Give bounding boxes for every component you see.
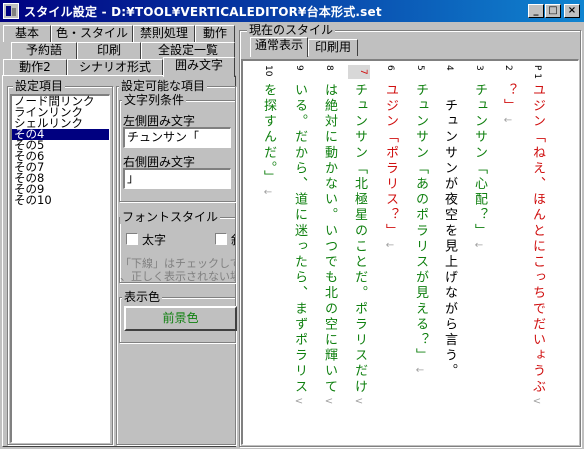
line-end-mark: ← bbox=[385, 240, 395, 251]
line-number: 3 bbox=[474, 65, 484, 71]
list-item[interactable]: その10 bbox=[12, 194, 109, 206]
foreground-color-button[interactable]: 前景色 bbox=[124, 306, 237, 331]
italic-label: 斜 bbox=[231, 231, 235, 248]
line-end-mark: ← bbox=[415, 364, 425, 376]
underline-hint-line2: 、正しく表示されない場 bbox=[120, 270, 236, 283]
italic-checkbox[interactable] bbox=[215, 233, 227, 245]
preview-line-highlighted: 7 チュンサン「北極星のことだ。ポラリスだけ < bbox=[348, 65, 370, 407]
tab-kinsoku[interactable]: 禁則処理 bbox=[133, 25, 195, 42]
line-text: チュンサンが夜空を見上げながら言う。 bbox=[442, 83, 457, 380]
current-style-title: 現在のスタイル bbox=[247, 23, 336, 37]
line-number: 8 bbox=[324, 65, 334, 71]
preview-line: 6 ユジン「ポラリス？」 ← bbox=[382, 65, 398, 251]
configurable-title: 設定可能な項目 bbox=[119, 79, 208, 93]
line-text: チュンサン「北極星のことだ。ポラリスだけ bbox=[352, 83, 367, 395]
tab-print-view[interactable]: 印刷用 bbox=[308, 39, 358, 56]
tab-print[interactable]: 印刷 bbox=[77, 42, 141, 59]
line-end-mark: ← bbox=[263, 186, 273, 198]
line-number: 4 bbox=[444, 65, 454, 71]
line-text: チュンサン「心配？」 bbox=[472, 83, 487, 239]
settings-listbox[interactable]: ノード間リンク ラインリンク シェルリンク その4 その5 その6 その7 その… bbox=[10, 94, 110, 443]
tab-reserved[interactable]: 予約語 bbox=[11, 42, 77, 59]
line-end-mark: ← bbox=[474, 240, 484, 251]
tab-row-3: 動作2 シナリオ形式 囲み文字 bbox=[0, 57, 236, 77]
font-style-title: フォントスタイル bbox=[120, 210, 221, 224]
line-end-mark: < bbox=[354, 396, 364, 407]
tab-enclosing-chars[interactable]: 囲み文字 bbox=[163, 57, 235, 77]
tab-normal-display[interactable]: 通常表示 bbox=[250, 37, 308, 57]
minimize-button[interactable]: _ bbox=[528, 4, 544, 18]
line-text: ユジン「ポラリス？」 bbox=[383, 83, 398, 239]
line-text: ユジン「ねえ、ほんとにこっちでだいょうぶ bbox=[530, 83, 545, 395]
line-end-mark: ← bbox=[503, 115, 513, 127]
preview-line: 9 いる。だから、道に迷ったら、まずポラリス < bbox=[291, 65, 307, 407]
maximize-button[interactable]: □ bbox=[545, 4, 561, 18]
font-style-group: 太字 斜 「下線」はチェックしても 、正しく表示されない場 bbox=[119, 217, 236, 283]
line-end-mark: < bbox=[532, 396, 542, 407]
line-number: 9 bbox=[294, 65, 304, 71]
line-number: P 1 bbox=[532, 65, 542, 80]
settings-list-title: 設定項目 bbox=[13, 79, 66, 93]
bold-checkbox[interactable] bbox=[126, 233, 138, 245]
preview-line: P 1 ユジン「ねえ、ほんとにこっちでだいょうぶ < bbox=[529, 65, 545, 407]
line-end-mark: < bbox=[324, 396, 334, 407]
line-end-mark: < bbox=[294, 396, 304, 407]
current-style-tabs: 通常表示 印刷用 bbox=[241, 37, 579, 57]
preview-line: 2 ？」 ← bbox=[500, 65, 516, 126]
line-number-highlighted: 7 bbox=[348, 65, 370, 79]
string-condition-title: 文字列条件 bbox=[122, 93, 187, 107]
line-number: 6 bbox=[385, 65, 395, 71]
window-title: スタイル設定 - D:¥TOOL¥VERTICALEDITOR¥台本形式.set bbox=[24, 5, 382, 19]
preview-line: 4 チュンサンが夜空を見上げながら言う。 bbox=[441, 65, 457, 381]
vertical-preview[interactable]: P 1 ユジン「ねえ、ほんとにこっちでだいょうぶ < 2 ？」 ← 3 チュンサ… bbox=[241, 59, 579, 445]
tab-color-style[interactable]: 色・スタイル bbox=[51, 25, 133, 42]
tab-scenario[interactable]: シナリオ形式 bbox=[67, 59, 163, 76]
tab-row-1: 基本 色・スタイル 禁則処理 動作 bbox=[0, 25, 236, 42]
bold-label: 太字 bbox=[142, 233, 167, 247]
tab-behavior2[interactable]: 動作2 bbox=[3, 59, 67, 76]
preview-line: 10 を探すんだ。」 ← bbox=[260, 65, 276, 198]
display-color-title: 表示色 bbox=[122, 290, 163, 304]
tab-behavior[interactable]: 動作 bbox=[195, 25, 235, 42]
title-bar: スタイル設定 - D:¥TOOL¥VERTICALEDITOR¥台本形式.set… bbox=[0, 0, 584, 22]
line-number: 5 bbox=[415, 65, 425, 71]
tab-basic[interactable]: 基本 bbox=[3, 25, 51, 42]
app-icon[interactable] bbox=[3, 3, 19, 19]
left-enclosing-input[interactable]: チュンサン「 bbox=[123, 127, 231, 148]
preview-line: 5 チュンサン「あのポラリスが見える？」 ← bbox=[412, 65, 428, 376]
line-text: いる。だから、道に迷ったら、まずポラリス bbox=[292, 83, 307, 395]
right-enclosing-input[interactable]: 」 bbox=[123, 168, 231, 189]
preview-line: 3 チュンサン「心配？」 ← bbox=[471, 65, 487, 251]
line-number: 10 bbox=[263, 65, 273, 77]
line-text: は絶対に動かない。いつでも北の空に輝いて bbox=[322, 83, 337, 395]
line-text: チュンサン「あのポラリスが見える？」 bbox=[413, 83, 428, 364]
preview-line: 8 は絶対に動かない。いつでも北の空に輝いて < bbox=[321, 65, 337, 407]
line-text: を探すんだ。」 bbox=[261, 83, 276, 186]
close-button[interactable]: × bbox=[564, 4, 580, 18]
line-text: ？」 bbox=[501, 83, 516, 115]
line-number: 2 bbox=[503, 65, 513, 71]
